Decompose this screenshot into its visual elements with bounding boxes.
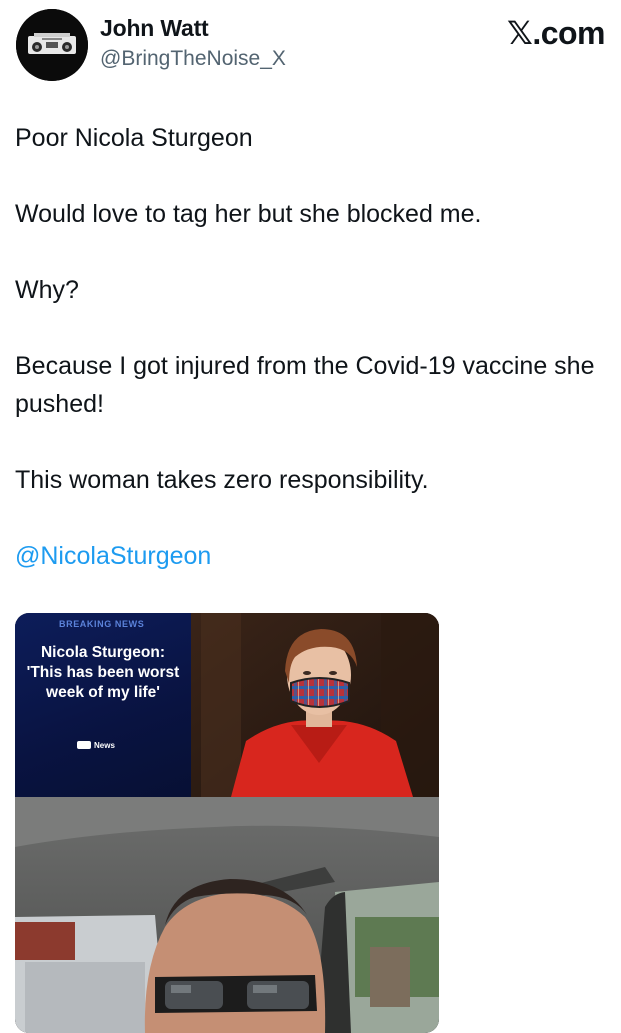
news-panel: BREAKING NEWS Nicola Sturgeon: 'This has… <box>15 613 191 797</box>
news-source: News <box>94 741 115 750</box>
car-selfie-photo <box>15 797 439 1033</box>
tweet-paragraph: Because I got injured from the Covid-19 … <box>15 352 602 418</box>
tweet-text: Poor Nicola Sturgeon Would love to tag h… <box>15 119 611 613</box>
sturgeon-photo <box>191 613 439 797</box>
x-logo-icon: 𝕏 <box>507 14 533 52</box>
tweet-paragraph: Why? <box>15 276 79 304</box>
stv-logo-icon <box>77 741 91 749</box>
author-name[interactable]: John Watt <box>100 15 209 42</box>
stv-news-logo: News <box>77 741 115 750</box>
author-avatar[interactable] <box>16 9 88 81</box>
tweet-header: John Watt @BringTheNoise_X 𝕏.com <box>0 0 621 100</box>
news-headline: Nicola Sturgeon: 'This has been worst we… <box>26 644 180 701</box>
tweet-media[interactable]: BREAKING NEWS Nicola Sturgeon: 'This has… <box>15 613 439 1033</box>
tweet-paragraph: Would love to tag her but she blocked me… <box>15 200 482 228</box>
breaking-news-badge: BREAKING NEWS <box>59 619 145 629</box>
author-handle[interactable]: @BringTheNoise_X <box>100 47 286 71</box>
boombox-avatar-icon <box>16 9 88 81</box>
news-screenshot: BREAKING NEWS Nicola Sturgeon: 'This has… <box>15 613 439 797</box>
brand-suffix: .com <box>532 15 605 51</box>
mention-link[interactable]: @NicolaSturgeon <box>15 537 611 575</box>
x-com-logo: 𝕏.com <box>507 14 605 52</box>
tweet-paragraph: Poor Nicola Sturgeon <box>15 124 253 152</box>
tweet-paragraph: This woman takes zero responsibility. <box>15 466 429 494</box>
